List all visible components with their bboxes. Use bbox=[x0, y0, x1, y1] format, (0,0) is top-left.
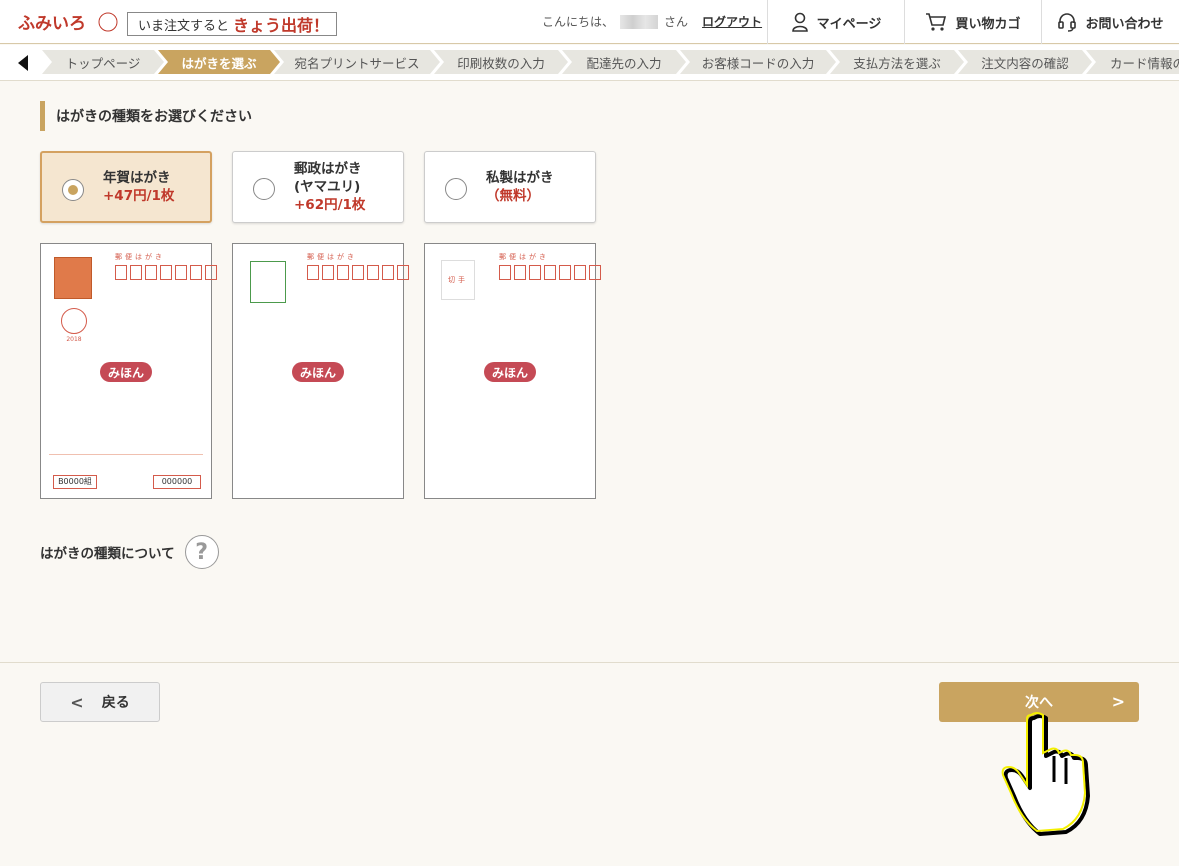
order-steps-breadcrumb: トップページ はがきを選ぶ 宛名プリントサービス 印刷枚数の入力 配達先の入力 … bbox=[0, 45, 1179, 81]
option-price: +62円/1枚 bbox=[294, 197, 366, 213]
option-price: （無料） bbox=[486, 188, 540, 204]
promo-strong: きょう出荷！ bbox=[233, 16, 330, 35]
sample-card-yusei: 郵便はがき みほん bbox=[232, 243, 409, 499]
fumiiro-logo[interactable]: ふみいろ bbox=[18, 6, 118, 38]
stamp-placeholder-box: 切手 bbox=[441, 260, 475, 300]
postcard-types-info: はがきの種類について ? bbox=[40, 534, 219, 570]
about-label: はがきの種類について bbox=[40, 546, 175, 562]
step-address-print-service[interactable]: 宛名プリントサービス bbox=[274, 50, 440, 74]
section-title: はがきの種類をお選びください bbox=[40, 101, 252, 131]
step-print-count[interactable]: 印刷枚数の入力 bbox=[434, 50, 568, 74]
chevron-left-icon: < bbox=[70, 692, 84, 712]
steps-back-arrow-icon[interactable] bbox=[14, 54, 32, 72]
option-name: 郵政はがき bbox=[294, 161, 362, 177]
same-day-shipping-banner: いま注文すると きょう出荷！ bbox=[127, 12, 337, 36]
logout-link[interactable]: ログアウト bbox=[702, 13, 762, 30]
sample-badge: みほん bbox=[292, 362, 344, 382]
lottery-prize-number: 000000 bbox=[153, 475, 201, 489]
blurred-username bbox=[620, 14, 659, 29]
option-price: +47円/1枚 bbox=[103, 188, 175, 204]
postal-code-boxes bbox=[307, 265, 412, 280]
option-name: 年賀はがき bbox=[103, 170, 171, 186]
site-header: ふみいろ いま注文すると きょう出荷！ こんにちは、 さん ログアウト マイペー… bbox=[0, 0, 1179, 44]
card-heading: 郵便はがき bbox=[115, 253, 165, 261]
nenga-stamp-illustration bbox=[54, 257, 92, 299]
radio-yusei[interactable] bbox=[253, 178, 275, 200]
stamp-label: 切手 bbox=[448, 276, 468, 284]
footer-divider bbox=[0, 662, 1179, 663]
contact-link[interactable]: お問い合わせ bbox=[1041, 0, 1179, 44]
postal-code-boxes bbox=[115, 265, 220, 280]
nenga-postmark bbox=[61, 308, 87, 334]
promo-prefix: いま注文すると bbox=[138, 18, 230, 34]
sample-badge: みほん bbox=[484, 362, 536, 382]
option-text: 私製はがき （無料） bbox=[486, 152, 554, 222]
option-text: 年賀はがき +47円/1枚 bbox=[103, 153, 174, 221]
radio-private[interactable] bbox=[445, 178, 467, 200]
option-private-postcard[interactable]: 私製はがき （無料） bbox=[424, 151, 596, 223]
yamayuri-stamp-illustration bbox=[250, 261, 286, 303]
option-nenga-postcard[interactable]: 年賀はがき +47円/1枚 bbox=[40, 151, 212, 223]
radio-nenga[interactable] bbox=[62, 179, 84, 201]
lottery-group-number: B0000組 bbox=[53, 475, 97, 489]
svg-text:ふみいろ: ふみいろ bbox=[18, 14, 86, 34]
cart-icon bbox=[926, 13, 947, 31]
next-label: 次へ bbox=[1025, 695, 1053, 711]
step-choose-postcard[interactable]: はがきを選ぶ bbox=[158, 50, 280, 74]
greeting-suffix: さん bbox=[664, 15, 689, 29]
mypage-link[interactable]: マイページ bbox=[767, 0, 904, 44]
sample-card-private: 切手 郵便はがき みほん bbox=[424, 243, 601, 499]
step-top-page[interactable]: トップページ bbox=[42, 50, 164, 74]
step-payment-method[interactable]: 支払方法を選ぶ bbox=[830, 50, 964, 74]
back-label: 戻る bbox=[101, 695, 130, 711]
sample-badge: みほん bbox=[100, 362, 152, 382]
mypage-label: マイページ bbox=[816, 16, 882, 32]
cart-link[interactable]: 買い物カゴ bbox=[904, 0, 1041, 44]
option-name: 私製はがき bbox=[486, 170, 554, 186]
cart-label: 買い物カゴ bbox=[955, 16, 1021, 32]
step-customer-code[interactable]: お客様コードの入力 bbox=[680, 50, 836, 74]
greeting: こんにちは、 さん ログアウト bbox=[542, 13, 762, 30]
headset-icon bbox=[1058, 13, 1077, 32]
user-icon bbox=[791, 12, 808, 32]
card-heading: 郵便はがき bbox=[307, 253, 357, 261]
sample-card-nenga: 2018 郵便はがき みほん B0000組 000000 bbox=[40, 243, 217, 499]
greeting-prefix: こんにちは、 bbox=[542, 15, 615, 29]
option-subname: (ヤマユリ) bbox=[294, 179, 361, 195]
back-button[interactable]: < 戻る bbox=[40, 682, 160, 722]
step-order-confirmation[interactable]: 注文内容の確認 bbox=[958, 50, 1092, 74]
step-delivery-address[interactable]: 配達先の入力 bbox=[562, 50, 686, 74]
option-yusei-postcard[interactable]: 郵政はがき (ヤマユリ) +62円/1枚 bbox=[232, 151, 404, 223]
help-icon[interactable]: ? bbox=[184, 535, 219, 569]
option-text: 郵政はがき (ヤマユリ) +62円/1枚 bbox=[294, 152, 365, 222]
hand-pointer-cursor-icon bbox=[1001, 712, 1090, 836]
card-heading: 郵便はがき bbox=[499, 253, 549, 261]
step-card-info[interactable]: カード情報の bbox=[1086, 50, 1179, 74]
postmark-year: 2018 bbox=[66, 336, 82, 343]
chevron-right-icon: > bbox=[1111, 692, 1125, 711]
contact-label: お問い合わせ bbox=[1085, 16, 1164, 32]
postal-code-boxes bbox=[499, 265, 604, 280]
